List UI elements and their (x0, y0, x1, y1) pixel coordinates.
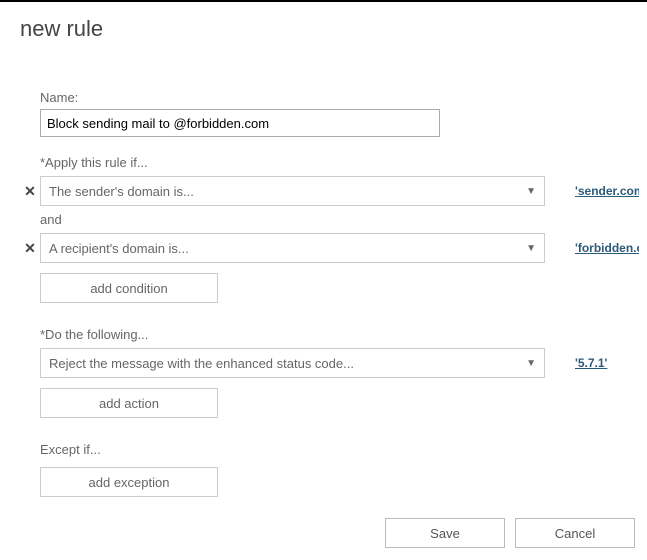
action-value-status-code[interactable]: '5.7.1' (575, 356, 607, 370)
condition-dropdown-sender-domain[interactable]: The sender's domain is... ▼ (40, 176, 545, 206)
add-action-button[interactable]: add action (40, 388, 218, 418)
chevron-down-icon: ▼ (526, 186, 536, 197)
scroll-area[interactable]: Name: *Apply this rule if... ✕ The sende… (20, 74, 639, 500)
close-icon[interactable]: ✕ (20, 183, 40, 200)
save-button[interactable]: Save (385, 518, 505, 548)
except-if-label: Except if... (40, 442, 635, 457)
name-input[interactable] (40, 109, 440, 137)
and-label: and (40, 212, 635, 227)
condition-value-recipient[interactable]: 'forbidden.com' (575, 241, 639, 255)
condition-row: ✕ A recipient's domain is... ▼ 'forbidde… (20, 233, 635, 263)
chevron-down-icon: ▼ (526, 243, 536, 254)
condition-dropdown-recipient-domain[interactable]: A recipient's domain is... ▼ (40, 233, 545, 263)
action-dropdown-reject[interactable]: Reject the message with the enhanced sta… (40, 348, 545, 378)
condition-row: ✕ The sender's domain is... ▼ 'sender.co… (20, 176, 635, 206)
dropdown-text: The sender's domain is... (49, 184, 194, 199)
cancel-button[interactable]: Cancel (515, 518, 635, 548)
action-row: Reject the message with the enhanced sta… (20, 348, 635, 378)
condition-value-sender[interactable]: 'sender.com' (575, 184, 639, 198)
name-label: Name: (40, 90, 635, 105)
footer: Save Cancel (385, 518, 635, 548)
apply-if-label: *Apply this rule if... (40, 155, 635, 170)
page-title: new rule (0, 2, 647, 42)
close-icon[interactable]: ✕ (20, 240, 40, 257)
dropdown-text: Reject the message with the enhanced sta… (49, 356, 354, 371)
chevron-down-icon: ▼ (526, 358, 536, 369)
add-condition-button[interactable]: add condition (40, 273, 218, 303)
do-following-label: *Do the following... (40, 327, 635, 342)
dropdown-text: A recipient's domain is... (49, 241, 189, 256)
add-exception-button[interactable]: add exception (40, 467, 218, 497)
